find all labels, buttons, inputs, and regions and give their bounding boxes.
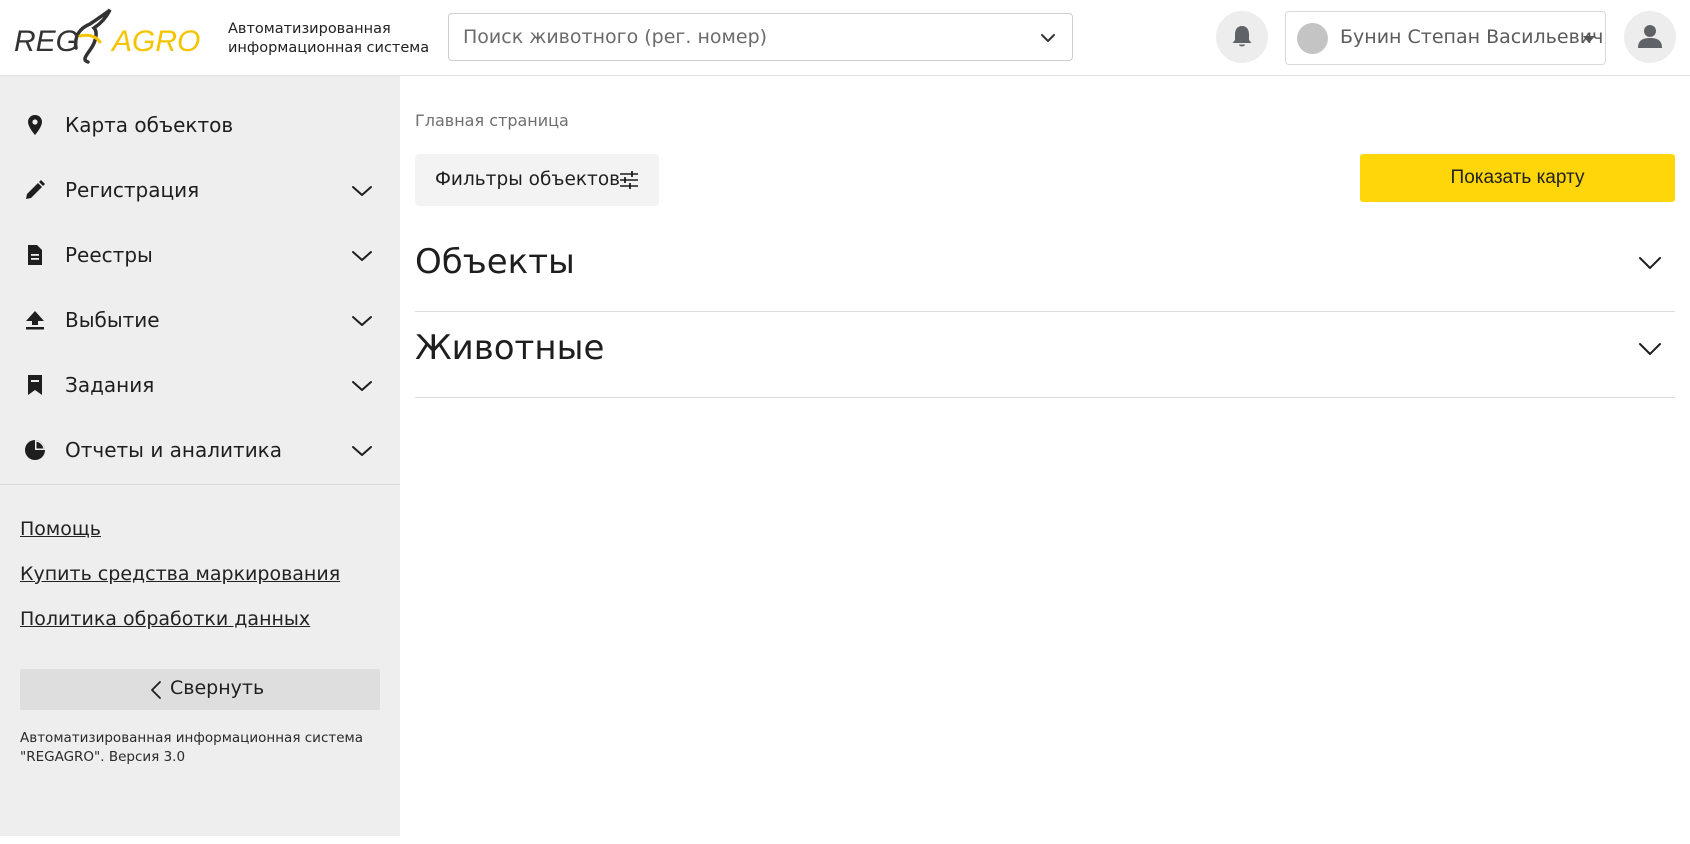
user-menu-button[interactable]: Бунин Степан Васильевич (1285, 11, 1606, 65)
notifications-button[interactable] (1216, 11, 1268, 63)
sidebar-item-label: Регистрация (65, 178, 200, 202)
sidebar-item-label: Задания (65, 373, 155, 397)
logo-text-reg: REG (14, 25, 79, 58)
animals-section[interactable]: Животные (415, 312, 1675, 398)
logo-graphic: REG AGRO (14, 8, 200, 64)
chevron-down-icon[interactable] (1038, 28, 1058, 48)
main-content: Главная страница Фильтры объектов Показа… (400, 76, 1690, 836)
objects-section[interactable]: Объекты (415, 226, 1675, 312)
logo-text-agro: AGRO (110, 25, 200, 58)
chevron-down-icon (352, 251, 372, 261)
version-info: Автоматизированная информационная систем… (20, 729, 380, 767)
chevron-left-icon (151, 681, 161, 699)
top-header: REG AGRO Автоматизированная информационн… (0, 0, 1690, 76)
show-map-button[interactable]: Показать карту (1360, 154, 1675, 202)
sidebar-item-reports[interactable]: Отчеты и аналитика (0, 419, 400, 484)
version-line1: Автоматизированная информационная систем… (20, 730, 363, 746)
document-icon (28, 245, 42, 265)
buy-marking-link[interactable]: Купить средства маркирования (20, 561, 340, 587)
object-filters-button[interactable]: Фильтры объектов (415, 154, 659, 206)
bookmark-icon (28, 375, 42, 395)
map-pin-icon (28, 115, 42, 135)
sidebar-item-label: Карта объектов (65, 113, 234, 137)
sidebar-item-label: Отчеты и аналитика (65, 438, 283, 462)
sidebar-divider (0, 484, 400, 485)
regagro-logo[interactable]: REG AGRO (14, 6, 210, 66)
sidebar-item-map[interactable]: Карта объектов (0, 94, 400, 159)
help-link[interactable]: Помощь (20, 516, 340, 542)
sliders-icon (620, 171, 638, 189)
animal-search[interactable] (448, 13, 1073, 61)
chevron-down-icon (352, 446, 372, 456)
sidebar: Карта объектов Регистрация Реестры Выбыт… (0, 76, 400, 836)
chevron-down-icon[interactable] (1637, 250, 1663, 276)
pie-chart-icon (25, 440, 45, 460)
sidebar-item-registries[interactable]: Реестры (0, 224, 400, 289)
logo-caption-line1: Автоматизированная (228, 21, 391, 37)
bell-icon (1232, 26, 1252, 47)
sidebar-item-tasks[interactable]: Задания (0, 354, 400, 419)
sidebar-item-registration[interactable]: Регистрация (0, 159, 400, 224)
chevron-down-icon[interactable] (1637, 336, 1663, 362)
chevron-down-icon (352, 186, 372, 196)
sidebar-item-disposal[interactable]: Выбытие (0, 289, 400, 354)
chevron-down-icon (352, 316, 372, 326)
section-title: Объекты (415, 242, 575, 282)
user-icon (1638, 25, 1662, 48)
avatar (1297, 23, 1328, 54)
sidebar-links: Помощь Купить средства маркирования Поли… (20, 516, 340, 651)
collapse-sidebar-button[interactable]: Свернуть (20, 669, 380, 710)
show-map-label: Показать карту (1450, 167, 1585, 188)
user-name: Бунин Степан Васильевич (1340, 26, 1604, 48)
sidebar-menu: Карта объектов Регистрация Реестры Выбыт… (0, 94, 400, 484)
privacy-policy-link[interactable]: Политика обработки данных (20, 606, 340, 632)
breadcrumb[interactable]: Главная страница (415, 111, 569, 130)
search-input[interactable] (463, 14, 1023, 60)
filters-label: Фильтры объектов (435, 169, 621, 190)
sidebar-item-label: Выбытие (65, 308, 160, 332)
logo-caption-line2: информационная система (228, 40, 430, 56)
sidebar-item-label: Реестры (65, 243, 153, 267)
pencil-icon (26, 180, 45, 199)
version-line2: "REGAGRO". Версия 3.0 (20, 749, 186, 765)
caret-down-icon (1583, 36, 1595, 43)
profile-button[interactable] (1624, 11, 1676, 63)
section-title: Животные (415, 328, 605, 368)
chevron-down-icon (352, 381, 372, 391)
logo-caption: Автоматизированная информационная систем… (228, 20, 429, 58)
collapse-label: Свернуть (170, 677, 265, 699)
upload-icon (26, 311, 44, 330)
